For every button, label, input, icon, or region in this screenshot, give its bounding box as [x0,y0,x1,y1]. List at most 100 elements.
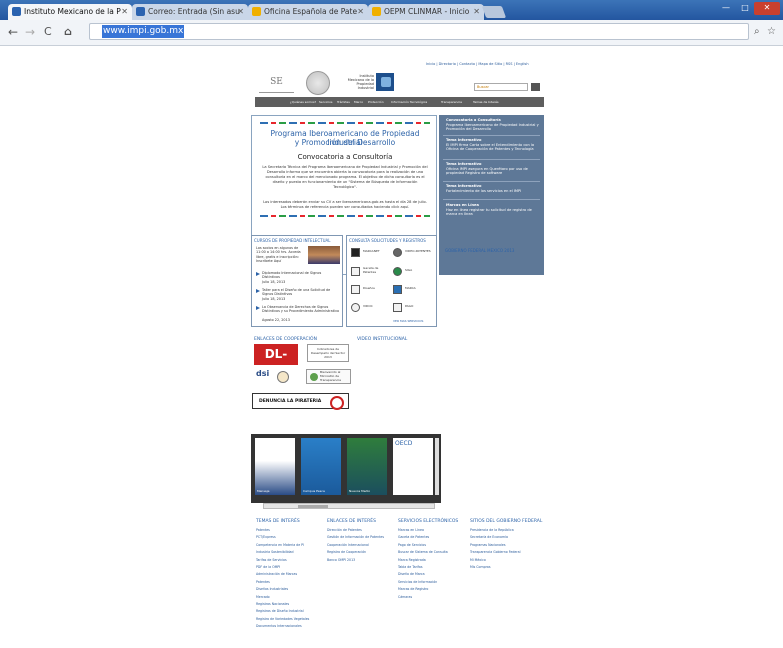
footer-link[interactable]: Buscar de Sistema de Consulta [398,549,460,556]
search-go-button[interactable] [531,83,540,91]
tab-impi[interactable]: Instituto Mexicano de la P ✕ [8,4,132,20]
nav-item[interactable]: Transparencia [441,100,462,104]
video-player[interactable] [357,344,442,430]
footer-link[interactable]: Secretaría de Economía [470,534,532,541]
footer-link[interactable]: PCT/Express [256,534,318,541]
footer-link[interactable]: Servicios de Información [398,579,460,586]
patentes-icon[interactable] [393,248,402,257]
dsi-logo[interactable]: dsi [256,369,274,383]
footer-link[interactable]: Tabla de Tarifas [398,564,460,571]
tab-clinmar[interactable]: OEPM CLINMAR - Inicio ✕ [368,4,484,20]
zoom-icon[interactable]: ⌕ [754,24,760,40]
sidebar-item[interactable]: Marcas en Línea Haz en línea registrar tu… [446,203,541,217]
top-links[interactable]: Inicio | Directorio | Contacto | Mapa de… [426,62,529,66]
carousel-horizontal-scroll[interactable] [263,503,435,509]
consulta-label[interactable]: VIDEO-PATENTES [405,249,433,254]
consulta-label[interactable]: VIDOC [363,304,373,309]
address-bar[interactable]: www.impi.gob.mx [89,23,749,40]
minimize-button[interactable]: — [716,2,736,15]
marca-icon[interactable] [393,285,402,294]
curso-title[interactable]: Taller para el Diseño de una Solicitud d… [262,288,340,297]
footer-link[interactable]: Registros de Diseño Industrial [256,608,318,615]
footer-link[interactable]: PDF de la OMPI [256,564,318,571]
footer-link[interactable]: Marca Registrada [398,557,460,564]
footer-link[interactable]: Transparencia Gobierno Federal [470,549,532,556]
sidebar-item[interactable]: Tema Informativo El IMPI firma Carta sobr… [446,138,541,152]
back-icon[interactable]: ← [8,24,18,40]
denuncia-pirateria-banner[interactable]: DENUNCIA LA PIRATERIA [252,393,349,410]
footer-link[interactable]: Cámaras [398,594,460,601]
tab-close-icon[interactable]: ✕ [237,4,244,19]
ver-mas-link[interactable]: VER MAS SERVICIOS [393,319,423,324]
consulta-label[interactable]: MARCANET [363,249,380,254]
nav-item[interactable]: Temas de Interés [473,100,499,104]
consulta-label[interactable]: PAGO [405,304,413,309]
footer-link[interactable]: Dirección de Patentes [327,527,389,534]
footer-link[interactable]: Mi México [470,557,532,564]
siga-icon[interactable] [393,267,402,276]
sidebar-item[interactable]: Convocatoria a Consultoría Programa Ibero… [446,118,541,132]
footer-link[interactable]: Administración de Marcas [256,571,318,578]
scroll-thumb[interactable] [298,505,328,508]
maximize-button[interactable]: □ [736,2,754,15]
impi-logo-icon[interactable] [376,73,394,91]
tab-close-icon[interactable]: ✕ [473,4,480,19]
footer-link[interactable]: Registros Nacionales [256,601,318,608]
curso-title[interactable]: La Observancia de Derechos de Signos Dis… [262,305,340,314]
carousel-item[interactable]: Campus Pesca [301,438,341,495]
footer-link[interactable]: Competencia en Materia de PI [256,542,318,549]
footer-link[interactable]: Gaceta de Patentes [398,534,460,541]
sidebar-item[interactable]: Tema Informativo Oficina IMPI asegura en … [446,162,541,176]
consulta-label[interactable]: MARCA [405,286,416,291]
tab-close-icon[interactable]: ✕ [357,4,364,19]
carousel-scrollbar[interactable] [435,438,439,495]
tab-oepm[interactable]: Oficina Española de Pate ✕ [248,4,368,20]
footer-link[interactable]: Tarifas de Servicios [256,557,318,564]
nav-item[interactable]: Trámites [337,100,350,104]
footer-link[interactable]: Gestión de Información de Patentes [327,534,389,541]
transparencia-link[interactable]: Bienvenido al Micrositio de Transparenci… [306,369,351,384]
footer-link[interactable]: Marcas de Registro [398,586,460,593]
nav-item[interactable]: Marco [354,100,363,104]
seal-icon[interactable] [277,371,289,383]
bookmark-star-icon[interactable]: ☆ [767,24,776,40]
close-window-button[interactable]: ✕ [754,2,780,15]
curso-title[interactable]: Diplomado Internacional de Signos Distin… [262,271,340,280]
nav-item[interactable]: Información Tecnológica [391,100,427,104]
reload-icon[interactable]: C [44,24,52,40]
pago-icon[interactable] [393,303,402,312]
dl101-banner[interactable]: DL-101S [254,344,298,382]
nav-item[interactable]: Protección [368,100,384,104]
marcanet-icon[interactable] [351,248,360,257]
nav-item[interactable]: ¿Quiénes somos? [290,100,316,104]
vidoc-icon[interactable] [351,303,360,312]
disenos-icon[interactable] [351,285,360,294]
cursos-intro[interactable]: Los socios en algunos de 11:00 a 14:00 h… [256,246,306,264]
consulta-label[interactable]: Diseños [363,286,375,291]
gaceta-icon[interactable] [351,267,360,276]
carousel-item[interactable]: Mensaje [255,438,295,495]
footer-link[interactable]: Registro de Variedades Vegetales [256,616,318,623]
carousel-item[interactable]: OECD [393,438,433,495]
new-tab-button[interactable] [481,6,507,18]
forward-icon[interactable]: → [25,24,35,40]
footer-link[interactable]: Mis Compras [470,564,532,571]
sidebar-item[interactable]: Tema Informativo Fortalecimiento de los s… [446,184,541,193]
consulta-label[interactable]: SIGA [405,268,412,273]
footer-link[interactable]: Presidencia de la República [470,527,532,534]
home-icon[interactable]: ⌂ [64,24,72,40]
footer-link[interactable]: Registro de Cooperación [327,549,389,556]
footer-link[interactable]: Industria Sostenibilidad [256,549,318,556]
footer-link[interactable]: Documentos Internacionales [256,623,318,630]
footer-link[interactable]: Diseños Industriales [256,586,318,593]
footer-link[interactable]: Banco OMPI 2013 [327,557,389,564]
tab-correo[interactable]: Correo: Entrada (Sin asu ✕ [132,4,248,20]
footer-link[interactable]: Programas Nacionales [470,542,532,549]
footer-link[interactable]: Marcas en Línea [398,527,460,534]
nav-item[interactable]: Servicios [319,100,332,104]
footer-link[interactable]: Cooperación Internacional [327,542,389,549]
footer-link[interactable]: Patentes [256,527,318,534]
se-logo[interactable]: SE [259,77,294,93]
footer-link[interactable]: Patentes [256,579,318,586]
carousel-item[interactable]: Nuevos Medio [347,438,387,495]
